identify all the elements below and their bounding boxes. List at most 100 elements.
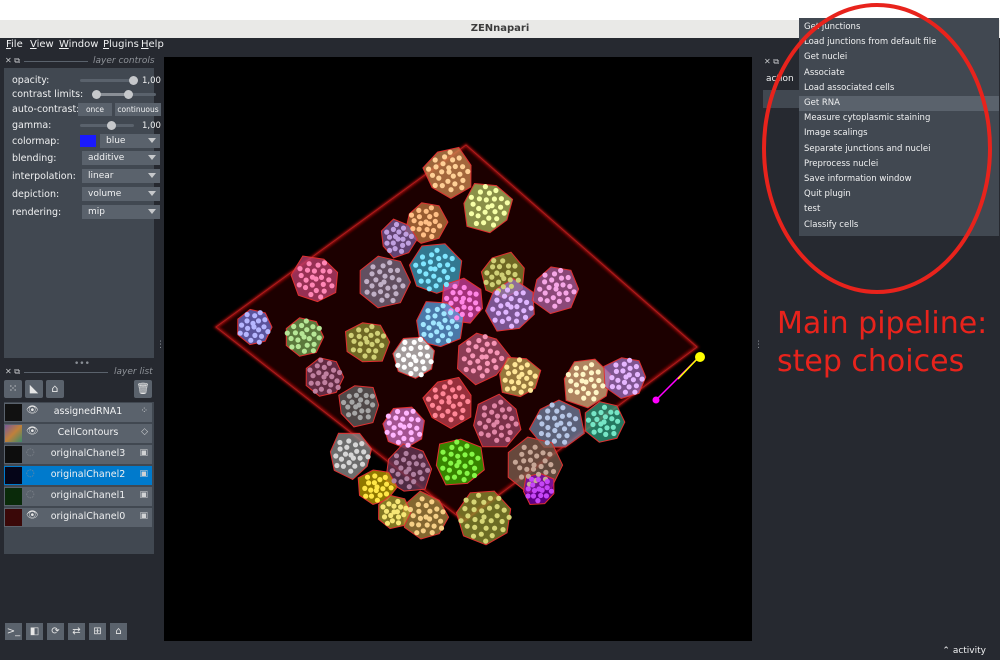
menu-view[interactable]: View: [30, 39, 54, 50]
rna-point: [501, 293, 508, 299]
contrast-low-handle[interactable]: [92, 90, 101, 99]
menu-help[interactable]: Help: [141, 39, 164, 50]
rna-point: [425, 308, 431, 314]
rna-point: [543, 493, 549, 499]
rna-point: [571, 426, 577, 432]
depiction-select[interactable]: volume: [82, 187, 160, 201]
right-dock-buttons[interactable]: ✕ ⧉: [764, 57, 779, 67]
opacity-slider[interactable]: [80, 79, 134, 82]
menu-window[interactable]: Window: [59, 39, 98, 50]
rna-point: [326, 388, 332, 394]
rna-point: [478, 431, 484, 437]
transpose-button[interactable]: ⇄: [68, 623, 85, 640]
layer-row[interactable]: 👁 assignedRNA1 ⁘: [4, 403, 152, 422]
new-labels-layer-button[interactable]: ⌂: [46, 380, 64, 398]
rna-point: [252, 313, 258, 319]
rna-point: [432, 218, 438, 224]
eye-off-icon[interactable]: ◌: [26, 489, 35, 500]
rna-point: [394, 267, 401, 273]
rna-point: [626, 372, 632, 378]
rna-point: [492, 317, 498, 323]
rna-point: [491, 422, 497, 428]
rna-point: [471, 507, 477, 513]
rna-point: [504, 287, 511, 293]
layer-row[interactable]: 👁 CellContours ◇: [4, 424, 152, 443]
layer-controls-title: layer controls: [93, 56, 155, 66]
eye-off-icon[interactable]: ◌: [26, 468, 35, 479]
layer-row[interactable]: ◌ originalChanel3 ▣: [4, 445, 152, 464]
rna-point: [380, 333, 387, 339]
rna-point: [299, 331, 305, 337]
rna-point: [440, 509, 446, 515]
rna-point: [508, 283, 514, 289]
new-points-layer-button[interactable]: ⁙: [4, 380, 22, 398]
rna-point: [418, 220, 424, 226]
rna-point: [289, 344, 295, 350]
rna-point: [250, 320, 256, 326]
rna-point: [386, 501, 392, 507]
rna-point: [400, 416, 406, 422]
dock-buttons[interactable]: ✕ ⧉: [5, 56, 20, 66]
layer-row[interactable]: ◌ originalChanel2 ▣: [4, 466, 152, 485]
rna-point: [548, 462, 554, 468]
new-shapes-layer-button[interactable]: ◣: [25, 380, 43, 398]
rna-point: [415, 417, 421, 423]
ndisplay-button[interactable]: ◧: [26, 623, 43, 640]
layer-list-title: layer list: [114, 367, 153, 377]
rna-point: [452, 163, 458, 170]
layer-list-dock-buttons[interactable]: ✕ ⧉: [5, 367, 20, 377]
colormap-swatch: [80, 135, 96, 147]
colormap-select[interactable]: blue: [100, 134, 160, 148]
activity-indicator[interactable]: ⌃ activity: [942, 646, 986, 656]
layer-row[interactable]: 👁 originalChanel0 ▣: [4, 508, 152, 527]
gamma-slider-handle[interactable]: [107, 121, 116, 130]
interpolation-select[interactable]: linear: [82, 169, 160, 183]
rna-point: [464, 443, 470, 449]
viewer-canvas[interactable]: [164, 57, 752, 641]
right-splitter[interactable]: ⋮: [754, 340, 763, 350]
rna-point: [333, 453, 339, 459]
rna-point: [502, 414, 508, 420]
rna-point: [543, 469, 549, 475]
rna-point: [357, 414, 363, 421]
rna-point: [322, 379, 328, 386]
rna-point: [445, 408, 451, 414]
axis-handle[interactable]: [652, 396, 660, 404]
rendering-select[interactable]: mip: [82, 205, 160, 219]
rna-point: [346, 393, 352, 399]
rna-point: [417, 453, 424, 459]
rna-point: [244, 312, 250, 318]
eye-off-icon[interactable]: ◌: [26, 447, 35, 458]
delete-layer-button[interactable]: 🗑: [134, 380, 152, 398]
rna-point: [534, 453, 540, 459]
rna-point: [573, 372, 579, 378]
axis-handle[interactable]: [695, 352, 705, 362]
opacity-slider-handle[interactable]: [129, 76, 138, 85]
splitter-handle[interactable]: •••: [74, 359, 90, 369]
menu-plugins[interactable]: Plugins: [103, 39, 139, 50]
console-button[interactable]: >_: [5, 623, 22, 640]
rna-point: [537, 286, 543, 292]
eye-icon[interactable]: 👁: [26, 405, 39, 416]
eye-icon[interactable]: 👁: [26, 426, 39, 437]
layer-row[interactable]: ◌ originalChanel1 ▣: [4, 487, 152, 506]
rna-point: [603, 431, 609, 437]
home-button[interactable]: ⌂: [110, 623, 127, 640]
rna-point: [469, 451, 475, 457]
rna-point: [508, 296, 514, 302]
rna-point: [518, 365, 524, 371]
blending-select[interactable]: additive: [82, 151, 160, 165]
contrast-high-handle[interactable]: [124, 90, 133, 99]
rna-point: [467, 305, 473, 311]
annotation-text: Main pipeline: step choices: [777, 306, 988, 379]
rna-point: [447, 149, 453, 155]
eye-icon[interactable]: 👁: [26, 510, 39, 521]
auto-contrast-once-button[interactable]: once: [78, 103, 112, 116]
rna-point: [390, 226, 396, 232]
menu-file[interactable]: File: [6, 39, 23, 50]
rna-point: [414, 425, 420, 431]
rna-point: [439, 413, 445, 419]
roll-dims-button[interactable]: ⟳: [47, 623, 64, 640]
grid-button[interactable]: ⊞: [89, 623, 106, 640]
auto-contrast-continuous-button[interactable]: continuous: [115, 103, 161, 116]
